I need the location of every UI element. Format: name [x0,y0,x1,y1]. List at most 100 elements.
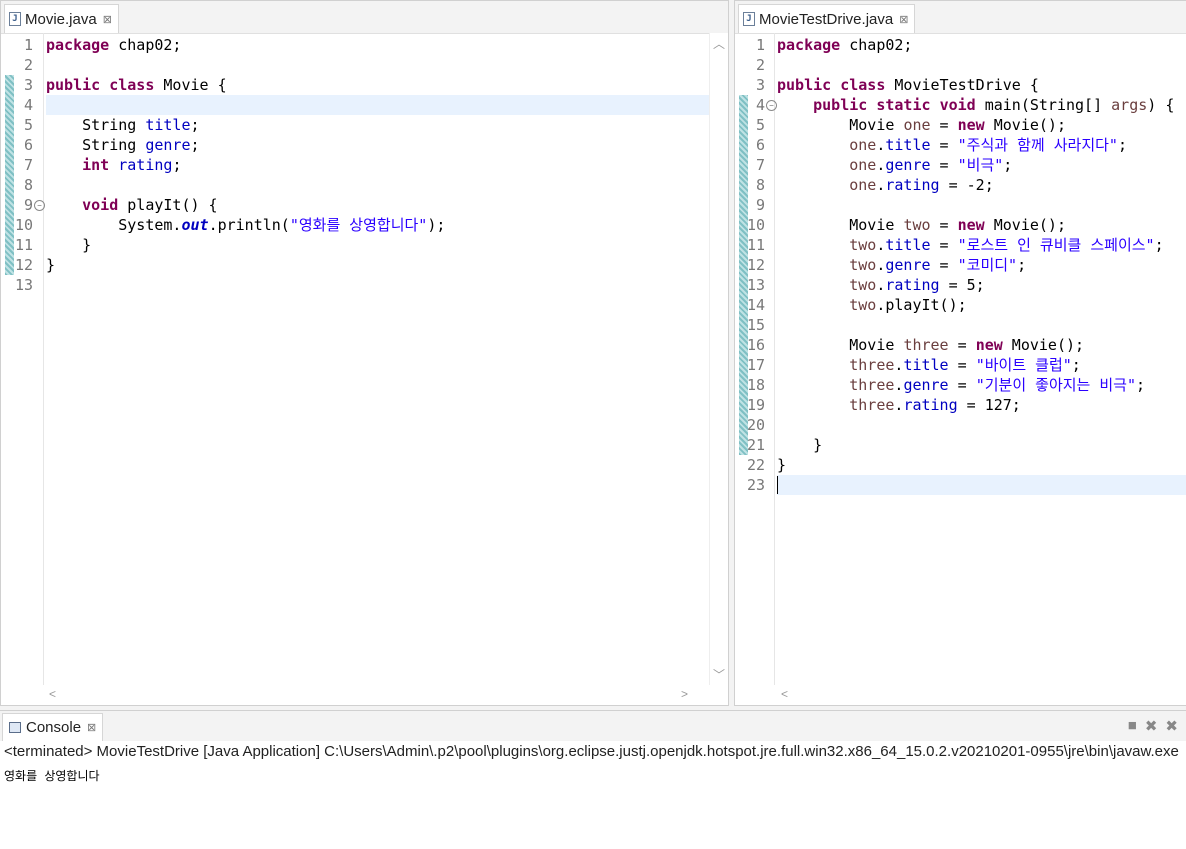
code-line[interactable]: 11 two.title = "로스트 인 큐비클 스페이스"; [735,235,1186,255]
code-line[interactable]: 1 package chap02; [1,35,728,55]
code-line[interactable]: 16 Movie three = new Movie(); [735,335,1186,355]
code-line[interactable]: 8 one.rating = -2; [735,175,1186,195]
code-token: = [930,236,958,254]
scroll-right-icon[interactable]: > [681,687,688,701]
code-token: ; [1071,356,1081,374]
line-number: 7 [755,156,765,174]
code-line[interactable]: 2 [735,55,1186,75]
code-line[interactable]: 18 three.genre = "기분이 좋아지는 비극"; [735,375,1186,395]
code-line[interactable]: 5 Movie one = new Movie(); [735,115,1186,135]
code-token: "바이트 클럽" [975,356,1072,374]
code-token: three [849,356,895,374]
code-text: public static void main(String[] args) { [777,95,1174,115]
code-token: String [46,136,146,154]
code-token: two [849,296,877,314]
console-output[interactable]: 영화를 상영합니다 [4,767,100,784]
code-line[interactable]: 5 String title; [1,115,728,135]
code-line[interactable]: 9− void playIt() { [1,195,728,215]
code-line[interactable]: 10 System.out.println("영화를 상영합니다"); [1,215,728,235]
code-text: Movie three = new Movie(); [777,335,1084,355]
code-line[interactable]: 2 [1,55,728,75]
line-number: 7 [23,156,33,174]
code-line[interactable]: 7 int rating; [1,155,728,175]
code-line[interactable]: 4− public static void main(String[] args… [735,95,1186,115]
code-text: two.playIt(); [777,295,966,315]
code-token: = [930,116,958,134]
tab-console[interactable]: Console ⊠ [2,713,104,741]
code-line[interactable]: 13 two.rating = 5; [735,275,1186,295]
fold-toggle-icon[interactable]: − [766,100,777,111]
code-line[interactable]: 3 public class Movie { [1,75,728,95]
code-text: package chap02; [777,35,912,55]
close-icon[interactable]: ⊠ [103,13,112,26]
code-line[interactable]: 11 } [1,235,728,255]
line-number: 5 [755,116,765,134]
code-text: } [777,455,786,475]
code-token: genre [903,376,949,394]
code-line[interactable]: 4 [1,95,728,115]
code-token: rating [885,176,940,194]
code-text: one.title = "주식과 함께 사라지다"; [777,135,1127,155]
code-text: Movie two = new Movie(); [777,215,1066,235]
java-file-icon: J [743,12,755,26]
code-token: chap02; [840,36,913,54]
horizontal-scrollbar[interactable]: < > [1,685,728,705]
code-token: } [777,456,787,474]
code-line[interactable]: 13 [1,275,728,295]
code-token: Movie(); [984,216,1066,234]
line-number: 19 [746,396,765,414]
code-line[interactable]: 3 public class MovieTestDrive { [735,75,1186,95]
vertical-scrollbar[interactable]: ︿ ﹀ [709,33,728,685]
line-number: 10 [746,216,765,234]
scroll-left-icon[interactable]: < [781,687,788,701]
tab-movie-java[interactable]: J Movie.java ⊠ [4,4,119,33]
code-line[interactable]: 12} [1,255,728,275]
terminate-icon[interactable]: ■ [1128,717,1137,735]
code-editor[interactable]: 1 package chap02; 2 3 public class Movie {4 5… [1,33,728,685]
code-line[interactable]: 1 package chap02; [735,35,1186,55]
code-line[interactable]: 20 [735,415,1186,435]
fold-toggle-icon[interactable]: − [34,200,45,211]
close-icon[interactable]: ⊠ [87,721,96,734]
line-number: 17 [746,356,765,374]
tab-label: MovieTestDrive.java [759,10,894,28]
editor-tabbar: J Movie.java ⊠ [1,1,728,34]
code-line[interactable]: 12 two.genre = "코미디"; [735,255,1186,275]
code-line[interactable]: 10 Movie two = new Movie(); [735,215,1186,235]
close-icon[interactable]: ⊠ [899,13,908,26]
scroll-down-icon[interactable]: ﹀ [713,666,725,683]
code-text: one.genre = "비극"; [777,155,1012,175]
code-token: "영화를 상영합니다" [289,216,428,234]
code-line[interactable]: 14 two.playIt(); [735,295,1186,315]
horizontal-scrollbar[interactable]: < [735,685,1186,705]
code-line[interactable]: 23 [735,475,1186,495]
code-token: two [849,276,877,294]
scroll-left-icon[interactable]: < [49,687,56,701]
remove-all-terminated-icon[interactable]: ✖ [1165,717,1178,735]
current-line-highlight [46,95,728,115]
code-line[interactable]: 17 three.title = "바이트 클럽"; [735,355,1186,375]
code-line[interactable]: 6 one.title = "주식과 함께 사라지다"; [735,135,1186,155]
code-line[interactable]: 7 one.genre = "비극"; [735,155,1186,175]
line-number: 3 [23,76,33,94]
code-line[interactable]: 8 [1,175,728,195]
code-editor[interactable]: 1 package chap02; 2 3 public class MovieTest… [735,33,1186,685]
code-line[interactable]: 19 three.rating = 127; [735,395,1186,415]
remove-launch-icon[interactable]: ✖ [1145,717,1158,735]
scroll-up-icon[interactable]: ︿ [713,35,725,52]
code-token: Movie [777,116,904,134]
code-line[interactable]: 9 [735,195,1186,215]
tab-label: Movie.java [25,10,97,28]
code-line[interactable]: 6 String genre; [1,135,728,155]
code-line[interactable]: 22} [735,455,1186,475]
code-token: one [903,116,931,134]
line-number: 11 [14,236,33,254]
code-token: chap02; [109,36,182,54]
code-line[interactable]: 15 [735,315,1186,335]
code-token: ; [190,136,200,154]
tab-movietestdrive-java[interactable]: J MovieTestDrive.java ⊠ [738,4,916,33]
code-line[interactable]: 21 } [735,435,1186,455]
